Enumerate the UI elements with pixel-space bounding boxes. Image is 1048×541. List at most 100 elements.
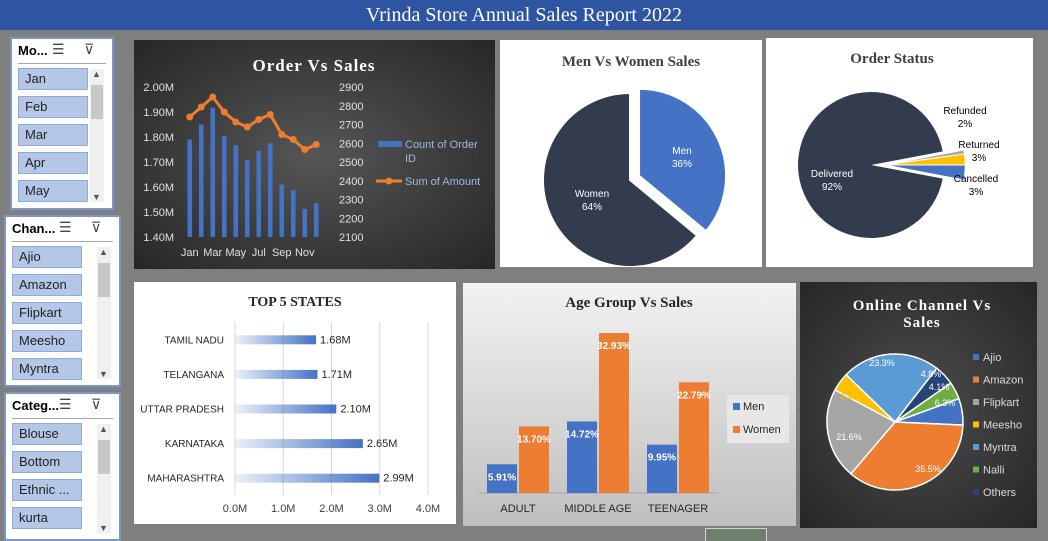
clear-filter-icon[interactable]: ⊽ xyxy=(84,41,94,58)
sales-amount-point xyxy=(255,116,263,123)
value-label: 2.65M xyxy=(367,438,398,450)
legend-label: Amazon xyxy=(983,375,1023,387)
scroll-thumb[interactable] xyxy=(91,85,103,119)
month-slicer[interactable]: Mo... ☰ ⊽ Jan Feb Mar Apr May ▲ ▼ xyxy=(10,37,114,210)
slicer-item[interactable]: Ajio xyxy=(12,246,82,268)
left-tick-label: 1.90M xyxy=(143,107,174,119)
category-label: TAMIL NADU xyxy=(165,335,224,346)
legend-swatch xyxy=(973,354,979,360)
category-label: MIDDLE AGE xyxy=(564,503,631,515)
scroll-down-icon[interactable]: ▼ xyxy=(92,192,101,202)
slice-label: Cancelled xyxy=(954,174,998,185)
sheet-tab-stub xyxy=(705,528,767,541)
channel-slicer[interactable]: Chan... ☰ ⊽ Ajio Amazon Flipkart Meesho Myntra ▲… xyxy=(4,215,121,387)
slicer-scrollbar[interactable]: ▲ ▼ xyxy=(90,69,104,202)
order-count-bar xyxy=(198,124,204,237)
sales-amount-point xyxy=(232,118,240,126)
slicer-item[interactable]: May xyxy=(18,180,88,202)
slicer-item[interactable]: Apr xyxy=(18,152,88,174)
legend-swatch xyxy=(973,489,979,495)
scroll-thumb[interactable] xyxy=(98,263,110,297)
sales-amount-point xyxy=(197,103,205,111)
legend-swatch xyxy=(733,403,740,410)
multi-select-icon[interactable]: ☰ xyxy=(52,41,65,58)
x-tick-label: 1.0M xyxy=(271,503,295,515)
x-tick-label: Nov xyxy=(295,247,315,259)
slicer-item[interactable]: Flipkart xyxy=(12,302,82,324)
slicer-item[interactable]: Meesho xyxy=(12,330,82,352)
scroll-up-icon[interactable]: ▲ xyxy=(92,69,101,79)
slicer-item[interactable]: kurta xyxy=(12,507,82,529)
slicer-item[interactable]: Bottom xyxy=(12,451,82,473)
x-tick-label: 3.0M xyxy=(368,503,392,515)
legend-swatch xyxy=(973,376,979,383)
clear-filter-icon[interactable]: ⊽ xyxy=(91,396,101,413)
slicer-item[interactable]: Jan xyxy=(18,68,88,90)
order-status-chart: Order Status Delivered 92% Refunded 2% Retur… xyxy=(766,38,1033,267)
age-group-svg: Age Group Vs Sales 5.91% 13.70% ADULT 14.72… xyxy=(478,295,789,515)
order-count-bar xyxy=(187,139,193,237)
value-label: 22.79% xyxy=(677,390,711,401)
online-channel-chart: Online Channel Vs Sales 23.3% 4.8% 4.1% 6.3… xyxy=(800,282,1037,528)
slicer-item[interactable]: Feb xyxy=(18,96,88,118)
slicer-item[interactable]: Myntra xyxy=(12,358,82,380)
legend-swatch xyxy=(973,399,979,405)
value-label: 32.93% xyxy=(597,341,631,352)
x-tick-label: Jul xyxy=(252,247,266,259)
left-tick-label: 1.70M xyxy=(143,157,174,169)
slice-value: 64% xyxy=(582,202,602,213)
scroll-up-icon[interactable]: ▲ xyxy=(99,424,108,434)
slice-label: Men xyxy=(672,146,691,157)
right-tick-label: 2800 xyxy=(339,101,363,113)
slicer-scrollbar[interactable]: ▲ ▼ xyxy=(97,247,111,379)
x-tick-label: 2.0M xyxy=(319,503,343,515)
slicer-item[interactable]: Amazon xyxy=(12,274,82,296)
slice-value: 92% xyxy=(822,182,842,193)
clear-filter-icon[interactable]: ⊽ xyxy=(91,219,101,236)
x-tick-label: 0.0M xyxy=(223,503,247,515)
right-tick-label: 2200 xyxy=(339,213,363,225)
scroll-thumb[interactable] xyxy=(98,440,110,474)
sales-amount-line xyxy=(188,94,317,152)
order-count-bar xyxy=(302,208,308,237)
legend-swatch xyxy=(973,466,979,473)
multi-select-icon[interactable]: ☰ xyxy=(59,396,72,413)
left-tick-label: 1.60M xyxy=(143,182,174,194)
right-tick-label: 2700 xyxy=(339,120,363,132)
scroll-down-icon[interactable]: ▼ xyxy=(99,369,108,379)
slicer-header: Chan... xyxy=(12,221,56,236)
chart-title: Age Group Vs Sales xyxy=(565,295,693,311)
sales-amount-point xyxy=(209,93,217,101)
right-tick-label: 2600 xyxy=(339,138,363,150)
online-channel-svg: Online Channel Vs Sales 23.3% 4.8% 4.1% 6.3… xyxy=(826,298,1023,499)
chart-title: Order Vs Sales xyxy=(253,56,376,75)
age-bar-women xyxy=(599,333,629,493)
state-bar xyxy=(235,439,363,449)
slicer-item[interactable]: Ethnic ... xyxy=(12,479,82,501)
category-slicer[interactable]: Categ... ☰ ⊽ Blouse Bottom Ethnic ... kurta ▲ ▼ xyxy=(4,392,121,541)
order-count-bar xyxy=(221,135,227,237)
scroll-up-icon[interactable]: ▲ xyxy=(99,247,108,257)
slicer-divider xyxy=(12,418,113,419)
right-tick-label: 2400 xyxy=(339,176,363,188)
value-label: 5.91% xyxy=(488,472,516,483)
order-vs-sales-chart: Order Vs Sales 2.00M 1.90M 1.80M 1.70M 1.60M… xyxy=(134,40,495,269)
value-label: 13.70% xyxy=(517,434,551,445)
slicer-item[interactable]: Blouse xyxy=(12,423,82,445)
slice-value: 21.6% xyxy=(836,432,862,442)
multi-select-icon[interactable]: ☰ xyxy=(59,219,72,236)
slicer-scrollbar[interactable]: ▲ ▼ xyxy=(97,424,111,533)
value-label: 2.99M xyxy=(383,473,414,485)
x-tick-label: 4.0M xyxy=(416,503,440,515)
state-bar xyxy=(235,369,318,379)
order-vs-sales-svg: Order Vs Sales 2.00M 1.90M 1.80M 1.70M 1.60M… xyxy=(143,56,480,259)
slice-value: 23.3% xyxy=(869,358,895,368)
x-tick-label: Jan xyxy=(181,247,199,259)
scroll-down-icon[interactable]: ▼ xyxy=(99,523,108,533)
value-label: 1.68M xyxy=(320,334,351,346)
slicer-item[interactable]: Mar xyxy=(18,124,88,146)
value-label: 2.10M xyxy=(340,404,371,416)
slice-label: Delivered xyxy=(811,169,853,180)
slice-value: 4.8% xyxy=(921,369,942,379)
sales-amount-point xyxy=(220,108,228,116)
